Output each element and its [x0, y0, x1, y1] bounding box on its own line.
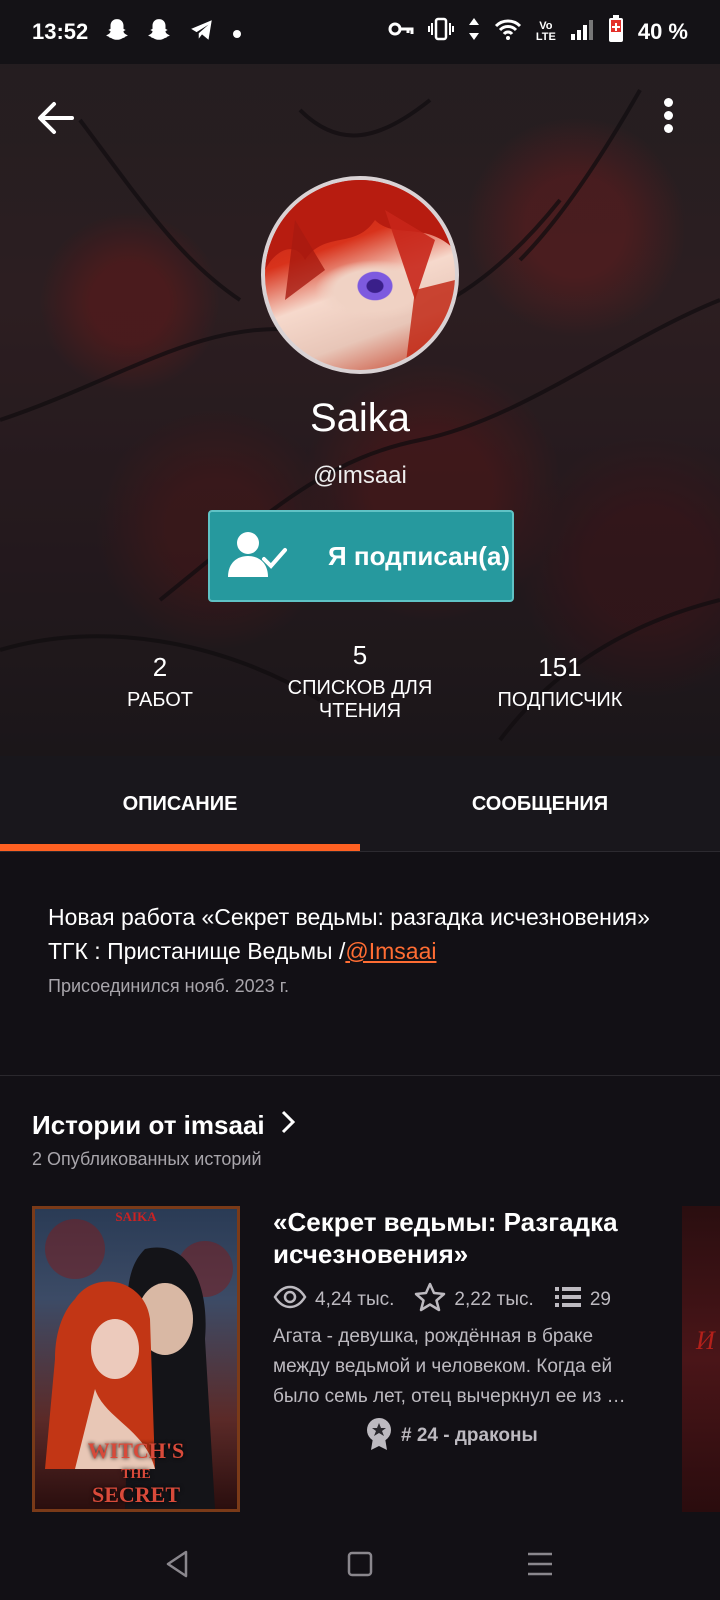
status-bar: 13:52 Vo LTE 40 %	[0, 0, 720, 64]
volte-icon: Vo LTE	[535, 20, 556, 43]
about-section: Новая работа «Секрет ведьмы: разгадка ис…	[0, 852, 720, 1076]
stat-reading-lists[interactable]: 5 СПИСКОВ ДЛЯ ЧТЕНИЯ	[270, 640, 450, 723]
stat-reading-lists-label-2: ЧТЕНИЯ	[318, 700, 402, 722]
story-meta: 4,24 тыс. 2,22 тыс. 29	[273, 1282, 631, 1318]
cover-title-3: SECRET	[91, 1482, 181, 1507]
stat-works[interactable]: 2 РАБОТ	[100, 652, 220, 712]
tab-messages[interactable]: СООБЩЕНИЯ	[360, 756, 720, 852]
story-views-count: 4,24 тыс.	[315, 1289, 395, 1310]
bio: Новая работа «Секрет ведьмы: разгадка ис…	[48, 900, 668, 968]
story-parts: 29	[554, 1285, 611, 1315]
wifi-icon	[494, 18, 522, 46]
telegram-icon	[188, 17, 216, 47]
nav-home-icon[interactable]	[340, 1544, 380, 1584]
story-views: 4,24 тыс.	[273, 1285, 394, 1315]
cover-title: WITCH'S THE SECRET	[35, 1438, 237, 1507]
cover-title-1: WITCH'S	[87, 1438, 185, 1463]
next-cover-text: И	[696, 1326, 715, 1355]
stat-reading-lists-label-1: СПИСКОВ ДЛЯ	[287, 677, 433, 699]
stat-works-value: 2	[152, 652, 168, 682]
list-icon	[554, 1285, 582, 1315]
stat-followers[interactable]: 151 ПОДПИСЧИК	[480, 652, 640, 712]
following-button-label: Я подписан(а)	[328, 540, 511, 571]
snapchat-icon	[104, 17, 130, 47]
medal-icon	[365, 1416, 393, 1456]
signal-icon	[570, 18, 594, 46]
key-icon	[388, 19, 414, 45]
battery-icon	[608, 15, 624, 49]
cover-author: SAIKA	[115, 1209, 157, 1224]
story-votes: 2,22 тыс.	[414, 1282, 534, 1318]
dot-icon	[232, 21, 242, 43]
star-icon	[414, 1282, 446, 1318]
stat-reading-lists-value: 5	[352, 640, 368, 670]
stories-title-link[interactable]: Истории от imsaai	[32, 1110, 295, 1141]
avatar	[261, 176, 459, 374]
story-rank[interactable]: # 24 - драконы	[365, 1416, 538, 1456]
profile-tabs: ОПИСАНИЕ СООБЩЕНИЯ	[0, 756, 720, 852]
joined-date: Присоединился нояб. 2023 г.	[48, 976, 290, 996]
cover-title-2: THE	[121, 1467, 151, 1482]
system-nav-bar	[0, 1522, 720, 1600]
stories-subtitle: 2 Опубликованных историй	[32, 1149, 262, 1169]
back-arrow-icon[interactable]	[34, 96, 78, 140]
story-description: Агата - девушка, рождённая в браке между…	[273, 1326, 626, 1407]
nav-back-icon[interactable]	[158, 1544, 198, 1584]
stories-title: Истории от imsaai	[32, 1110, 265, 1140]
story-title[interactable]: «Секрет ведьмы: Разгадка исчезновения»	[273, 1206, 653, 1270]
story-votes-count: 2,22 тыс.	[454, 1289, 534, 1310]
stat-followers-label: ПОДПИСЧИК	[497, 689, 623, 711]
stories-header: Истории от imsaai 2 Опубликованных истор…	[32, 1110, 295, 1170]
battery-percent: 40 %	[637, 19, 688, 44]
tab-messages-label: СООБЩЕНИЯ	[471, 792, 609, 815]
bio-link[interactable]: @Imsaai	[345, 938, 436, 964]
following-button[interactable]: Я подписан(а)	[208, 510, 514, 602]
vibrate-icon	[427, 17, 454, 47]
stat-followers-value: 151	[538, 652, 582, 682]
profile-display-name: Saika	[309, 396, 411, 440]
profile-username: @imsaai	[313, 462, 407, 489]
tab-about-label: ОПИСАНИЕ	[122, 792, 238, 815]
data-icon	[468, 17, 480, 47]
story-parts-count: 29	[589, 1289, 611, 1310]
story-cover[interactable]: SAIKA WITCH'S THE SECRET	[32, 1206, 240, 1512]
snapchat-icon	[146, 17, 172, 47]
user-check-icon	[228, 529, 298, 584]
tab-about[interactable]: ОПИСАНИЕ	[0, 756, 360, 852]
next-story-cover[interactable]: И	[682, 1206, 720, 1512]
nav-recents-icon[interactable]	[520, 1544, 560, 1584]
active-tab-indicator	[0, 844, 360, 851]
top-app-bar	[0, 64, 720, 174]
stat-works-label: РАБОТ	[126, 689, 193, 711]
story-rank-label: # 24 - драконы	[401, 1425, 538, 1446]
chevron-right-icon	[281, 1110, 295, 1141]
status-time: 13:52	[32, 19, 89, 44]
more-options-icon[interactable]	[656, 98, 680, 142]
eye-icon	[273, 1285, 307, 1315]
